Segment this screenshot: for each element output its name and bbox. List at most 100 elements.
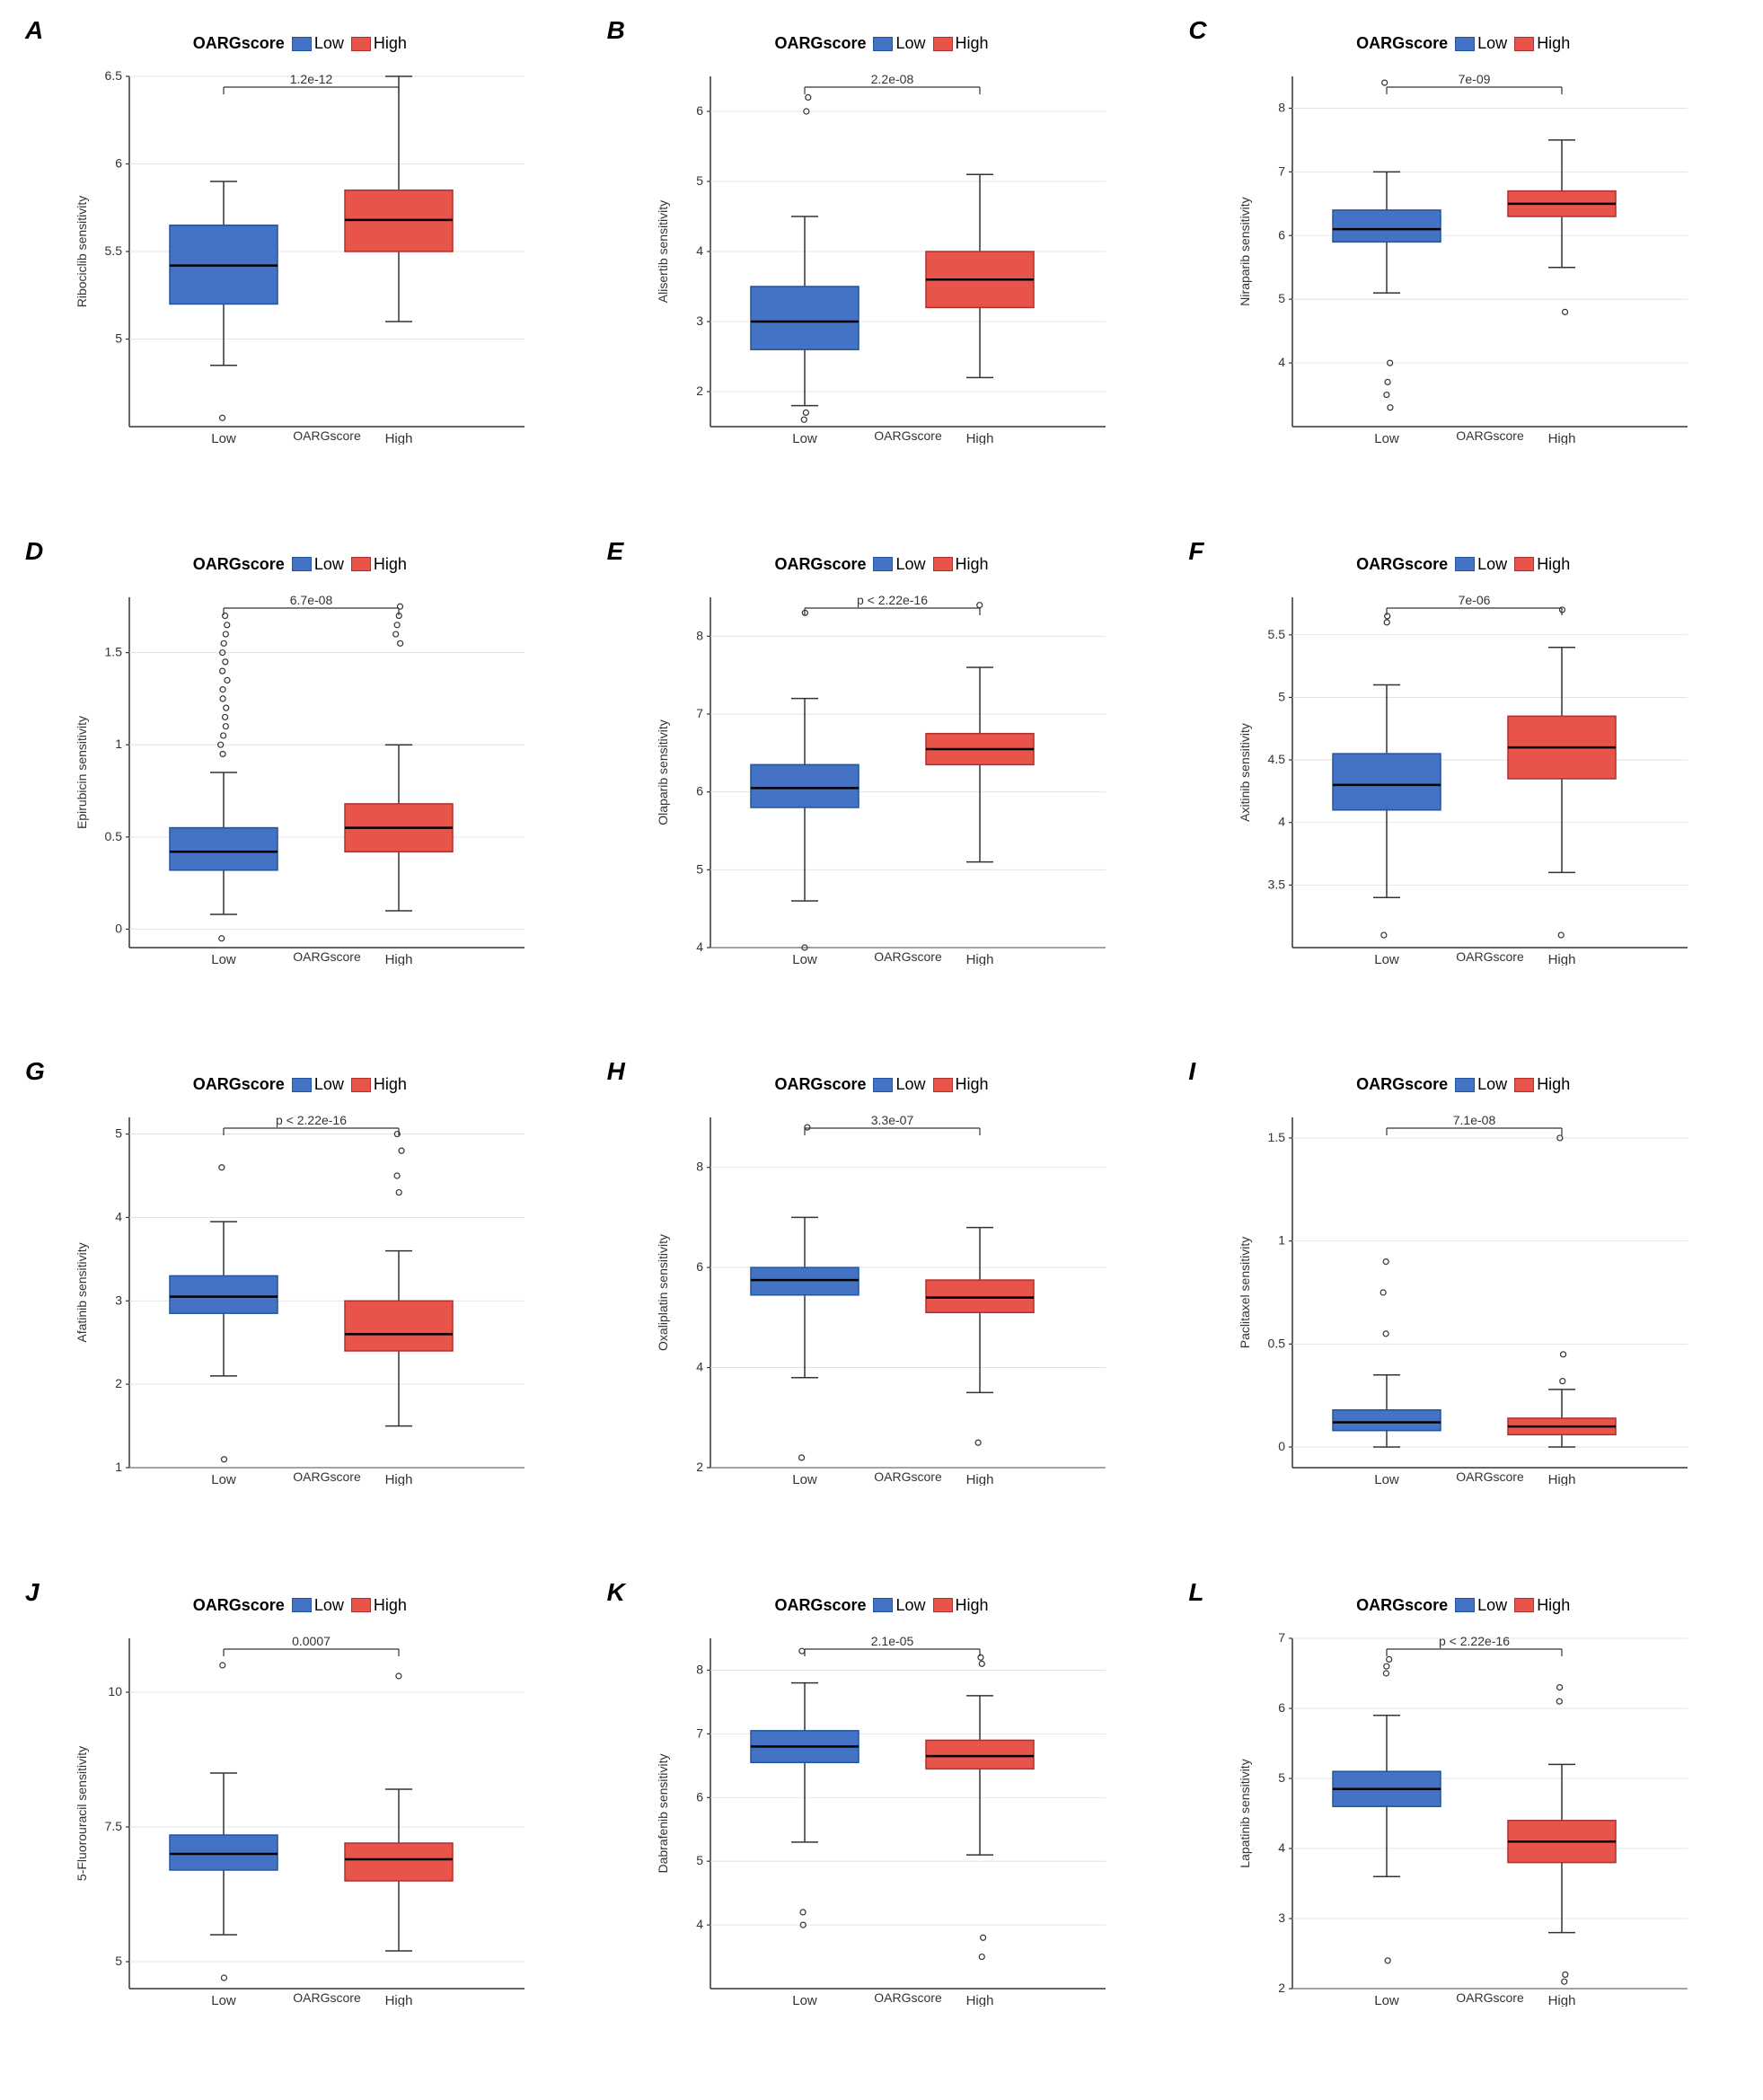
svg-text:OARGscore: OARGscore xyxy=(1456,428,1524,443)
panel-I: IOARGscoreLowHigh00.511.5LowHigh7.1e-08P… xyxy=(1172,1050,1754,1571)
legend-item-high: High xyxy=(351,555,407,574)
svg-text:5.5: 5.5 xyxy=(1268,626,1286,640)
legend-item-high: High xyxy=(933,1596,989,1615)
chart-svg-A: 55.566.5LowHigh1.2e-12Ribociclib sensiti… xyxy=(75,67,542,445)
panel-label-A: A xyxy=(25,16,43,45)
svg-text:5: 5 xyxy=(1278,291,1285,305)
svg-text:Low: Low xyxy=(1374,1472,1399,1486)
panel-F: FOARGscoreLowHigh3.544.555.5LowHigh7e-06… xyxy=(1172,530,1754,1051)
chart-svg-D: 00.511.5LowHigh6.7e-08Epirubicin sensiti… xyxy=(75,588,542,966)
legend-title: OARGscore xyxy=(1356,555,1448,574)
legend-item-low: Low xyxy=(1455,1075,1507,1094)
svg-text:4: 4 xyxy=(697,1360,704,1374)
svg-text:Low: Low xyxy=(793,1993,818,2007)
svg-text:Oxaliplatin sensitivity: Oxaliplatin sensitivity xyxy=(657,1234,670,1351)
panel-J: JOARGscoreLowHigh57.510LowHigh0.00075-Fl… xyxy=(9,1571,591,2092)
legend-I: OARGscoreLowHigh xyxy=(1356,1075,1570,1094)
svg-text:6: 6 xyxy=(697,1789,704,1804)
svg-text:OARGscore: OARGscore xyxy=(293,949,361,964)
chart-area-K: 45678LowHigh2.1e-05Dabrafenib sensitivit… xyxy=(621,1620,1142,2034)
chart-area-I: 00.511.5LowHigh7.1e-08Paclitaxel sensiti… xyxy=(1203,1099,1723,1513)
svg-text:7: 7 xyxy=(697,1725,704,1740)
svg-text:7e-06: 7e-06 xyxy=(1459,593,1491,607)
svg-text:0.5: 0.5 xyxy=(104,828,122,843)
svg-text:6: 6 xyxy=(697,103,704,118)
legend-label-high: High xyxy=(1537,1596,1570,1615)
svg-text:7: 7 xyxy=(697,706,704,720)
legend-J: OARGscoreLowHigh xyxy=(193,1596,407,1615)
legend-item-high: High xyxy=(933,1075,989,1094)
chart-area-G: 12345LowHighp < 2.22e-16Afatinib sensiti… xyxy=(40,1099,560,1513)
legend-D: OARGscoreLowHigh xyxy=(193,555,407,574)
legend-label-high: High xyxy=(956,1075,989,1094)
panel-E: EOARGscoreLowHigh45678LowHighp < 2.22e-1… xyxy=(591,530,1173,1051)
chart-area-L: 234567LowHighp < 2.22e-16Lapatinib sensi… xyxy=(1203,1620,1723,2034)
panel-B: BOARGscoreLowHigh23456LowHigh2.2e-08Alis… xyxy=(591,9,1173,530)
chart-area-F: 3.544.555.5LowHigh7e-06Axitinib sensitiv… xyxy=(1203,579,1723,993)
svg-text:7.5: 7.5 xyxy=(104,1819,122,1833)
svg-text:Ribociclib sensitivity: Ribociclib sensitivity xyxy=(75,196,89,307)
svg-text:0.0007: 0.0007 xyxy=(292,1634,331,1648)
legend-item-low: Low xyxy=(873,1596,925,1615)
svg-text:Low: Low xyxy=(793,1472,818,1486)
svg-text:OARGscore: OARGscore xyxy=(1456,1469,1524,1484)
svg-text:Epirubicin sensitivity: Epirubicin sensitivity xyxy=(75,715,89,828)
svg-text:High: High xyxy=(1548,1472,1576,1486)
legend-item-high: High xyxy=(1514,34,1570,53)
svg-text:5: 5 xyxy=(697,173,704,188)
chart-svg-G: 12345LowHighp < 2.22e-16Afatinib sensiti… xyxy=(75,1108,542,1486)
legend-label-high: High xyxy=(374,555,407,574)
svg-text:Low: Low xyxy=(211,1993,236,2007)
svg-text:2: 2 xyxy=(697,384,704,398)
svg-text:High: High xyxy=(966,1472,994,1486)
chart-svg-E: 45678LowHighp < 2.22e-16Olaparib sensiti… xyxy=(657,588,1124,966)
legend-label-high: High xyxy=(956,1596,989,1615)
svg-text:6.7e-08: 6.7e-08 xyxy=(290,593,333,607)
svg-text:Olaparib sensitivity: Olaparib sensitivity xyxy=(657,719,670,825)
legend-title: OARGscore xyxy=(1356,34,1448,53)
legend-G: OARGscoreLowHigh xyxy=(193,1075,407,1094)
svg-text:5-Fluorouracil sensitivity: 5-Fluorouracil sensitivity xyxy=(75,1745,89,1880)
legend-A: OARGscoreLowHigh xyxy=(193,34,407,53)
legend-label-high: High xyxy=(374,34,407,53)
svg-text:4.5: 4.5 xyxy=(1268,752,1286,766)
svg-text:OARGscore: OARGscore xyxy=(875,949,943,964)
svg-text:7: 7 xyxy=(1278,163,1285,178)
svg-text:OARGscore: OARGscore xyxy=(875,1469,943,1484)
panel-D: DOARGscoreLowHigh00.511.5LowHigh6.7e-08E… xyxy=(9,530,591,1051)
svg-text:4: 4 xyxy=(697,243,704,258)
svg-text:5: 5 xyxy=(1278,689,1285,703)
legend-K: OARGscore Low High xyxy=(774,1596,988,1615)
legend-title: OARGscore xyxy=(193,555,285,574)
panel-K: KOARGscoreLowHigh45678LowHigh2.1e-05Dabr… xyxy=(591,1571,1173,2092)
panel-L: LOARGscoreLowHigh234567LowHighp < 2.22e-… xyxy=(1172,1571,1754,2092)
svg-text:5.5: 5.5 xyxy=(104,243,122,258)
svg-text:Dabrafenib sensitivity: Dabrafenib sensitivity xyxy=(657,1753,670,1873)
legend-title: OARGscore xyxy=(774,1596,866,1615)
svg-text:1: 1 xyxy=(115,737,122,751)
svg-text:OARGscore: OARGscore xyxy=(875,428,943,443)
svg-text:8: 8 xyxy=(697,1662,704,1676)
legend-label-low: Low xyxy=(1477,1596,1507,1615)
chart-svg-B: 23456LowHigh2.2e-08Alisertib sensitivity… xyxy=(657,67,1124,445)
panel-label-C: C xyxy=(1188,16,1206,45)
panel-label-E: E xyxy=(607,537,624,566)
legend-label-high: High xyxy=(956,34,989,53)
svg-text:4: 4 xyxy=(1278,814,1285,828)
legend-item-low: Low xyxy=(292,34,344,53)
svg-text:6.5: 6.5 xyxy=(104,68,122,83)
svg-text:4: 4 xyxy=(115,1209,122,1223)
legend-item-high: High xyxy=(351,1075,407,1094)
svg-text:OARGscore: OARGscore xyxy=(293,428,361,443)
svg-text:8: 8 xyxy=(1278,100,1285,114)
legend-label-low: Low xyxy=(314,1075,344,1094)
legend-L: OARGscoreLowHigh xyxy=(1356,1596,1570,1615)
panel-label-J: J xyxy=(25,1578,40,1607)
legend-label-high: High xyxy=(374,1596,407,1615)
legend-item-low: Low xyxy=(873,555,925,574)
svg-text:OARGscore: OARGscore xyxy=(1456,949,1524,964)
panel-label-L: L xyxy=(1188,1578,1203,1607)
panel-label-D: D xyxy=(25,537,43,566)
legend-item-high: High xyxy=(1514,555,1570,574)
svg-text:Axitinib sensitivity: Axitinib sensitivity xyxy=(1239,723,1252,822)
